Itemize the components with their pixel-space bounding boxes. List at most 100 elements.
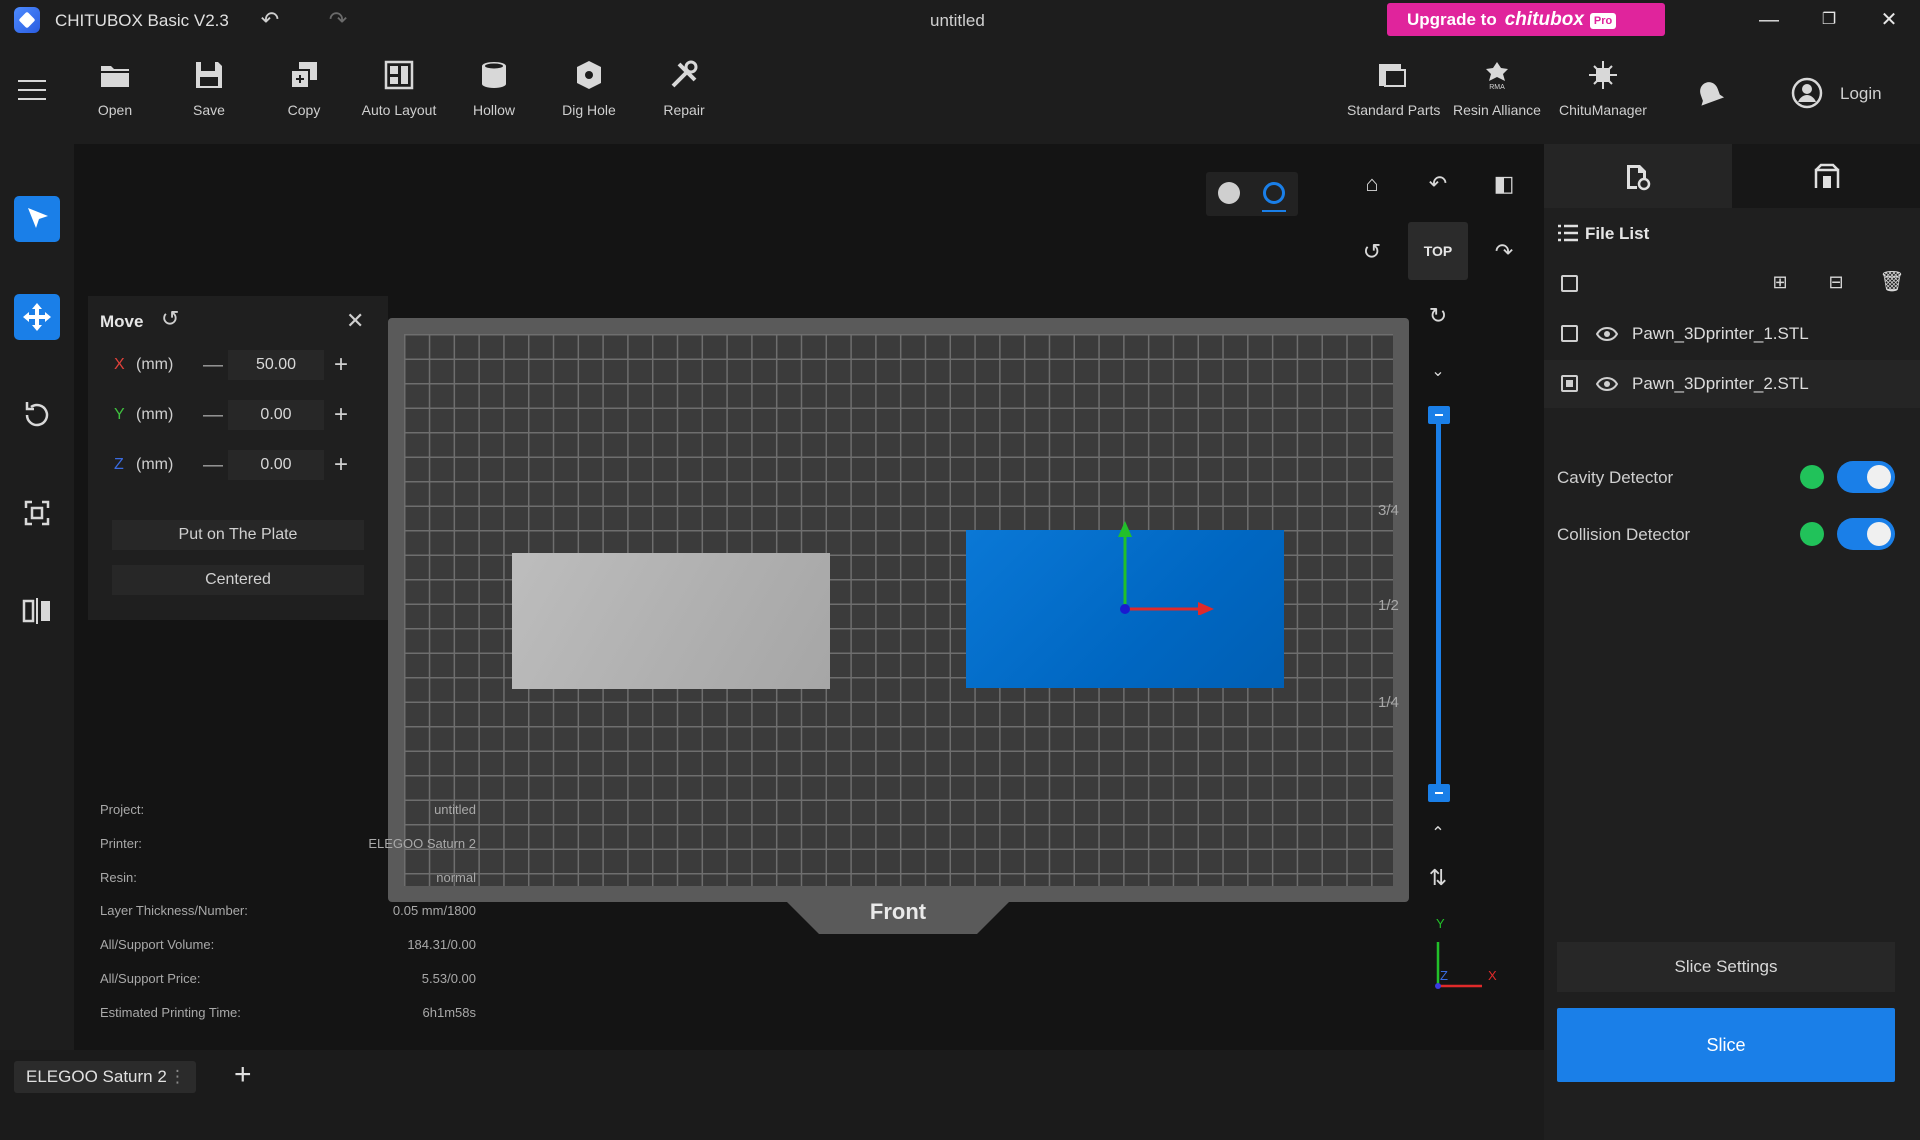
cube-view-icon[interactable]: ◧	[1488, 168, 1520, 200]
z-decrement-button[interactable]: —	[200, 452, 226, 478]
rotate-tool-button[interactable]	[14, 392, 60, 438]
close-window-icon[interactable]: ✕	[1874, 6, 1904, 34]
bell-icon[interactable]	[1694, 78, 1726, 110]
standard-parts-button[interactable]: Standard Parts	[1347, 58, 1440, 138]
info-resin-label: Resin:	[100, 870, 137, 885]
dig-hole-button[interactable]: Dig Hole	[544, 58, 634, 138]
file-checkbox[interactable]	[1561, 375, 1578, 392]
repair-button[interactable]: Repair	[639, 58, 729, 138]
reset-icon[interactable]: ↺	[161, 306, 179, 332]
move-tool-button[interactable]	[14, 294, 60, 340]
put-on-plate-button[interactable]: Put on The Plate	[112, 520, 364, 550]
slider-up-chevron-icon[interactable]: ⌄	[1422, 356, 1454, 388]
y-increment-button[interactable]: +	[328, 402, 354, 428]
rotate-ccw-icon[interactable]: ↺	[1356, 236, 1388, 268]
info-printer-label: Printer:	[100, 836, 142, 851]
tab-printer-settings[interactable]	[1732, 144, 1920, 208]
printer-tab-menu-icon[interactable]: ⋮	[169, 1061, 186, 1093]
xray-mode-icon[interactable]	[1263, 182, 1285, 204]
cavity-detector-toggle[interactable]	[1837, 461, 1895, 493]
chitu-manager-label: ChituManager	[1559, 102, 1647, 118]
slider-down-chevron-icon[interactable]: ⌃	[1422, 818, 1454, 850]
y-decrement-button[interactable]: —	[200, 402, 226, 428]
delete-file-icon[interactable]: 🗑	[1876, 266, 1908, 298]
axis-indicator-y-label: Y	[1436, 916, 1445, 931]
save-icon	[196, 62, 222, 88]
tab-file-settings[interactable]	[1544, 144, 1732, 208]
file-row[interactable]: Pawn_3Dprinter_1.STL	[1544, 310, 1920, 358]
file-checkbox[interactable]	[1561, 325, 1578, 342]
gizmo-y-arrow[interactable]	[1118, 521, 1132, 537]
dig-hole-label: Dig Hole	[562, 102, 616, 118]
undo-icon[interactable]: ↶	[258, 8, 282, 32]
layer-slider-track[interactable]	[1436, 410, 1441, 796]
add-file-icon[interactable]: ⊞	[1764, 266, 1796, 298]
hollow-button[interactable]: Hollow	[449, 58, 539, 138]
select-all-checkbox[interactable]	[1561, 275, 1578, 292]
printer-tab-elegoo-saturn-2[interactable]: ELEGOO Saturn 2 ⋮	[14, 1061, 196, 1093]
home-view-icon[interactable]: ⌂	[1356, 168, 1388, 200]
tilt-view-icon[interactable]: ↻	[1422, 300, 1454, 332]
auto-layout-button[interactable]: Auto Layout	[354, 58, 444, 138]
x-decrement-button[interactable]: —	[200, 352, 226, 378]
axis-indicator-z-label: Z	[1440, 968, 1448, 983]
gizmo-origin[interactable]	[1120, 604, 1130, 614]
resin-alliance-label: Resin Alliance	[1453, 102, 1541, 118]
x-increment-button[interactable]: +	[328, 352, 354, 378]
layer-slider-bottom-handle[interactable]	[1428, 784, 1450, 802]
move-arrows-icon	[23, 303, 51, 331]
minimize-icon[interactable]: —	[1754, 6, 1784, 34]
close-panel-icon[interactable]: ✕	[346, 308, 364, 334]
rotate-cw-icon[interactable]: ↷	[1488, 236, 1520, 268]
slider-mark-quarter: 1/4	[1378, 694, 1399, 711]
visibility-eye-icon[interactable]	[1596, 327, 1618, 341]
login-button[interactable]: Login	[1840, 84, 1882, 104]
rotate-view-left-icon[interactable]: ↶	[1422, 168, 1454, 200]
z-value-input[interactable]	[228, 450, 324, 480]
info-layer-value: 0.05 mm/1800	[392, 903, 476, 918]
top-view-button[interactable]: TOP	[1408, 222, 1468, 280]
user-avatar-icon[interactable]	[1790, 76, 1824, 110]
redo-icon[interactable]: ↷	[326, 8, 350, 32]
resin-alliance-button[interactable]: RMA Resin Alliance	[1452, 58, 1542, 138]
solid-mode-icon[interactable]	[1218, 182, 1240, 204]
model-pawn-1[interactable]	[512, 553, 830, 689]
visibility-eye-icon[interactable]	[1596, 377, 1618, 391]
axis-indicator-origin	[1435, 983, 1441, 989]
standard-parts-icon	[1379, 64, 1406, 87]
x-value-input[interactable]	[228, 350, 324, 380]
restore-icon[interactable]: ❐	[1814, 6, 1844, 34]
info-volume: All/Support Volume: 184.31/0.00	[100, 937, 476, 955]
info-project: Project: untitled	[100, 802, 476, 820]
centered-button[interactable]: Centered	[112, 565, 364, 595]
scale-tool-button[interactable]	[14, 490, 60, 536]
hollow-icon	[482, 62, 506, 88]
copy-button[interactable]: Copy	[259, 58, 349, 138]
gizmo-x-arrow[interactable]	[1198, 602, 1214, 615]
repair-icon	[671, 60, 698, 88]
info-printer: Printer: ELEGOO Saturn 2	[100, 836, 476, 854]
swap-slider-icon[interactable]: ⇅	[1422, 862, 1454, 894]
save-button[interactable]: Save	[164, 58, 254, 138]
layout-file-icon[interactable]: ⊟	[1820, 266, 1852, 298]
menu-icon[interactable]	[18, 80, 46, 102]
slice-settings-button[interactable]: Slice Settings	[1557, 942, 1895, 992]
printer-tabs-bar	[0, 1050, 1544, 1140]
file-name: Pawn_3Dprinter_1.STL	[1632, 324, 1809, 343]
layer-slider-top-handle[interactable]	[1428, 406, 1450, 424]
select-tool-button[interactable]	[14, 196, 60, 242]
y-value-input[interactable]	[228, 400, 324, 430]
z-increment-button[interactable]: +	[328, 452, 354, 478]
upgrade-button[interactable]: Upgrade to chitubox Pro	[1387, 3, 1665, 36]
collision-detector-toggle[interactable]	[1837, 518, 1895, 550]
info-time-label: Estimated Printing Time:	[100, 1005, 241, 1020]
add-printer-button[interactable]: +	[234, 1060, 252, 1090]
z-unit-label: (mm)	[136, 456, 174, 473]
open-button[interactable]: Open	[70, 58, 160, 138]
svg-text:RMA: RMA	[1489, 84, 1505, 91]
slice-button[interactable]: Slice	[1557, 1008, 1895, 1082]
file-row[interactable]: Pawn_3Dprinter_2.STL	[1544, 360, 1920, 408]
chitu-manager-button[interactable]: ChituManager	[1558, 58, 1648, 138]
move-gizmo[interactable]	[1100, 515, 1220, 615]
mirror-tool-button[interactable]	[14, 588, 60, 634]
